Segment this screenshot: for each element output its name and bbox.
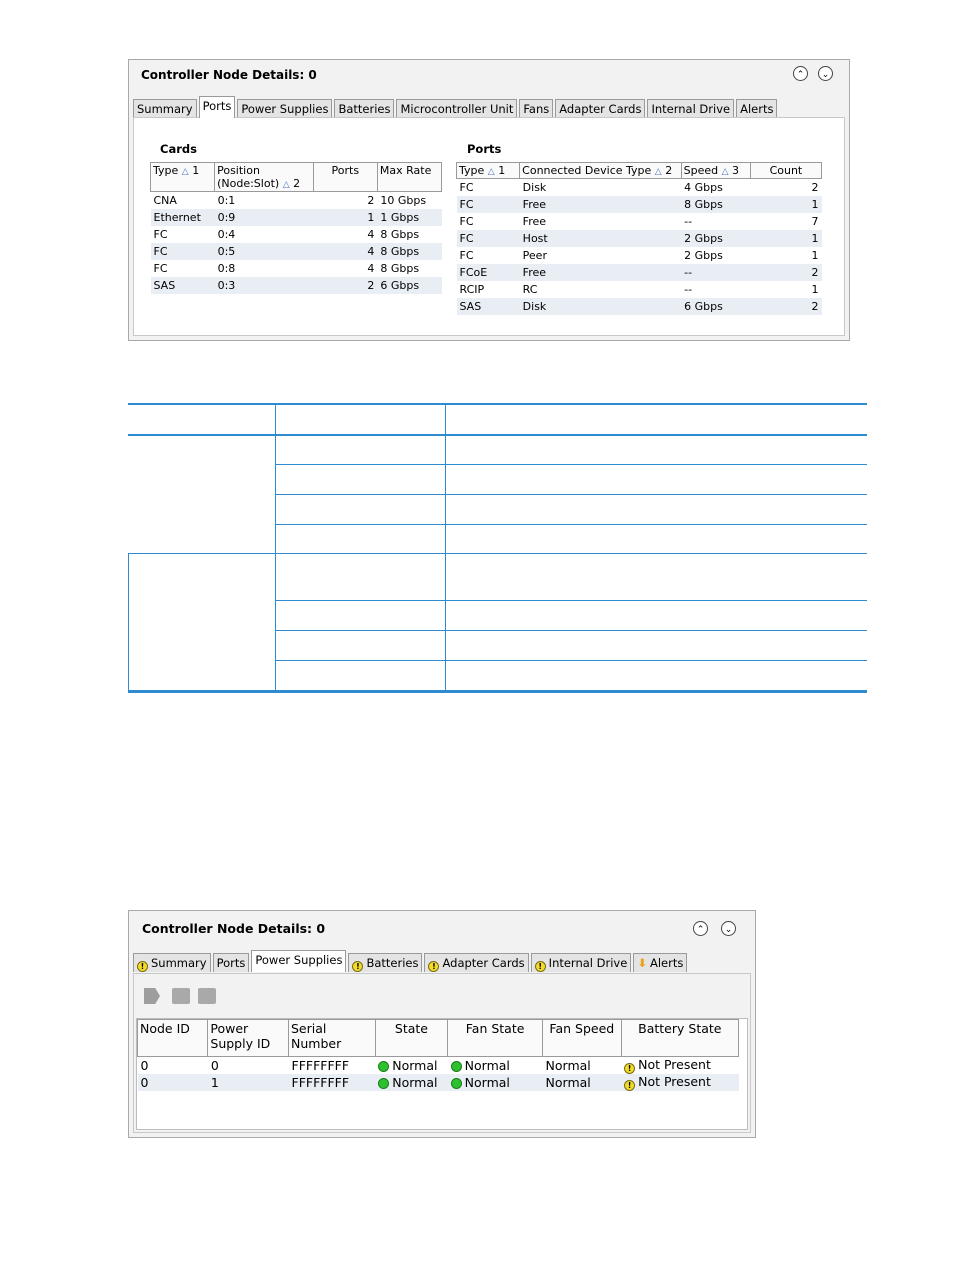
table-row-rule xyxy=(275,524,867,525)
tab-fans[interactable]: Fans xyxy=(519,99,554,118)
export-icon[interactable] xyxy=(144,988,160,1004)
power-supplies-grid: Node ID Power Supply ID Serial Number St… xyxy=(136,1018,748,1130)
col-position[interactable]: Position (Node:Slot) △ 2 xyxy=(214,162,314,192)
table-row-rule xyxy=(275,600,867,601)
ports-label: Ports xyxy=(467,142,502,156)
tab-ports[interactable]: Ports xyxy=(198,96,236,118)
alert-arrow-icon: ⬇ xyxy=(637,956,647,970)
table-column-rule xyxy=(275,403,276,693)
table-row-rule xyxy=(275,660,867,661)
col-count[interactable]: Count xyxy=(749,162,823,179)
tab-summary[interactable]: ! Summary xyxy=(133,953,211,972)
status-ok-icon xyxy=(450,1078,462,1089)
ports-table: Type △ 1 Connected Device Type △ 2 Speed… xyxy=(455,162,823,315)
panel-title: Controller Node Details: 0 xyxy=(142,921,326,936)
table-row[interactable]: SAS Disk 6 Gbps 2 xyxy=(456,298,822,315)
controller-node-details-panel-2: Controller Node Details: 0 ⌃ ⌄ ! Summary … xyxy=(128,910,756,1138)
col-node-id[interactable]: Node ID xyxy=(136,1019,209,1057)
cards-label: Cards xyxy=(160,142,197,156)
tab-bar: ! Summary Ports Power Supplies ! Batteries… xyxy=(133,950,688,972)
col-max-rate[interactable]: Max Rate xyxy=(376,162,443,192)
col-type[interactable]: Type △ 1 xyxy=(149,162,216,192)
tab-batteries[interactable]: Batteries xyxy=(334,99,395,118)
tab-content: Cards Type △ 1 Position (Node:Slot) △ 2 … xyxy=(133,117,845,336)
tab-summary[interactable]: Summary xyxy=(133,99,197,118)
tab-microcontroller-unit[interactable]: Microcontroller Unit xyxy=(396,99,518,118)
tab-power-supplies[interactable]: Power Supplies xyxy=(251,950,347,972)
tab-alerts[interactable]: Alerts xyxy=(736,99,778,118)
col-connected-device-type[interactable]: Connected Device Type △ 2 xyxy=(519,162,682,179)
tab-ports[interactable]: Ports xyxy=(212,953,250,972)
table-row-rule xyxy=(275,464,867,465)
panel-title: Controller Node Details: 0 xyxy=(141,68,317,82)
copy-icon[interactable] xyxy=(198,988,216,1004)
table-group-rule xyxy=(128,553,867,554)
status-ok-icon xyxy=(450,1061,462,1072)
table-row[interactable]: SAS 0:3 2 6 Gbps xyxy=(150,277,442,294)
warning-icon: ! xyxy=(624,1080,636,1091)
col-serial-number[interactable]: Serial Number xyxy=(288,1019,376,1057)
collapse-down-icon[interactable]: ⌄ xyxy=(721,921,736,936)
table-bottom-rule xyxy=(128,690,867,693)
tab-content: Node ID Power Supply ID Serial Number St… xyxy=(133,973,751,1133)
table-row[interactable]: CNA 0:1 2 10 Gbps xyxy=(151,192,442,210)
table-column-rule xyxy=(445,403,446,693)
sort-asc-icon: △ xyxy=(721,167,729,177)
status-ok-icon xyxy=(378,1078,390,1089)
warning-icon: ! xyxy=(428,961,440,972)
warning-icon: ! xyxy=(352,961,364,972)
table-row[interactable]: FC Peer 2 Gbps 1 xyxy=(457,247,822,264)
warning-icon: ! xyxy=(624,1063,636,1074)
power-supplies-table: Node ID Power Supply ID Serial Number St… xyxy=(136,1019,740,1091)
table-row[interactable]: 0 0 FFFFFFFF Normal Normal Normal ! Not P… xyxy=(138,1057,739,1074)
table-row-rule xyxy=(275,494,867,495)
table-row[interactable]: FC 0:5 4 8 Gbps xyxy=(150,243,442,260)
table-row[interactable]: FC Host 2 Gbps 1 xyxy=(456,230,822,247)
sort-asc-icon: △ xyxy=(181,167,189,177)
tab-internal-drive[interactable]: ! Internal Drive xyxy=(530,953,632,972)
print-icon[interactable] xyxy=(172,988,190,1004)
col-type[interactable]: Type △ 1 xyxy=(455,162,521,179)
collapse-up-icon[interactable]: ⌃ xyxy=(793,66,808,81)
col-ports[interactable]: Ports xyxy=(312,162,378,192)
col-fan-speed[interactable]: Fan Speed xyxy=(542,1019,622,1057)
tab-adapter-cards[interactable]: ! Adapter Cards xyxy=(424,953,529,972)
table-row[interactable]: RCIP RC -- 1 xyxy=(457,281,822,298)
table-header-rule xyxy=(128,434,867,436)
table-row-rule xyxy=(275,630,867,631)
table-row[interactable]: FC Disk 4 Gbps 2 xyxy=(457,179,822,197)
cards-table: Type △ 1 Position (Node:Slot) △ 2 Ports … xyxy=(149,162,443,294)
table-row[interactable]: Ethernet 0:9 1 1 Gbps xyxy=(150,209,442,226)
table-top-rule xyxy=(128,403,867,405)
col-speed[interactable]: Speed △ 3 xyxy=(680,162,751,179)
col-fan-state[interactable]: Fan State xyxy=(447,1019,544,1057)
sort-asc-icon: △ xyxy=(282,180,290,190)
blank-description-table xyxy=(128,403,867,693)
table-row[interactable]: 0 1 FFFFFFFF Normal Normal Normal ! Not P… xyxy=(137,1074,739,1091)
table-left-rule xyxy=(128,553,129,693)
tab-batteries[interactable]: ! Batteries xyxy=(348,953,423,972)
tab-adapter-cards[interactable]: Adapter Cards xyxy=(555,99,646,118)
sort-asc-icon: △ xyxy=(487,167,495,177)
sort-asc-icon: △ xyxy=(654,167,662,177)
table-row[interactable]: FC Free 8 Gbps 1 xyxy=(456,196,822,213)
tab-bar: Summary Ports Power Supplies Batteries M… xyxy=(133,96,778,118)
tab-power-supplies[interactable]: Power Supplies xyxy=(237,99,333,118)
col-battery-state[interactable]: Battery State xyxy=(620,1019,740,1057)
warning-icon: ! xyxy=(137,961,148,972)
table-row[interactable]: FC Free -- 7 xyxy=(457,213,822,230)
col-state[interactable]: State xyxy=(374,1019,449,1057)
status-ok-icon xyxy=(378,1061,390,1072)
table-row[interactable]: FC 0:4 4 8 Gbps xyxy=(151,226,442,243)
table-row[interactable]: FCoE Free -- 2 xyxy=(456,264,822,281)
controller-node-details-panel-1: Controller Node Details: 0 ⌃ ⌄ Summary P… xyxy=(128,59,850,341)
collapse-down-icon[interactable]: ⌄ xyxy=(818,66,833,81)
col-power-supply-id[interactable]: Power Supply ID xyxy=(207,1019,289,1057)
tab-alerts[interactable]: ⬇ Alerts xyxy=(633,953,688,972)
warning-icon: ! xyxy=(534,961,546,972)
table-row[interactable]: FC 0:8 4 8 Gbps xyxy=(151,260,442,277)
tab-internal-drive[interactable]: Internal Drive xyxy=(647,99,735,118)
collapse-up-icon[interactable]: ⌃ xyxy=(693,921,708,936)
